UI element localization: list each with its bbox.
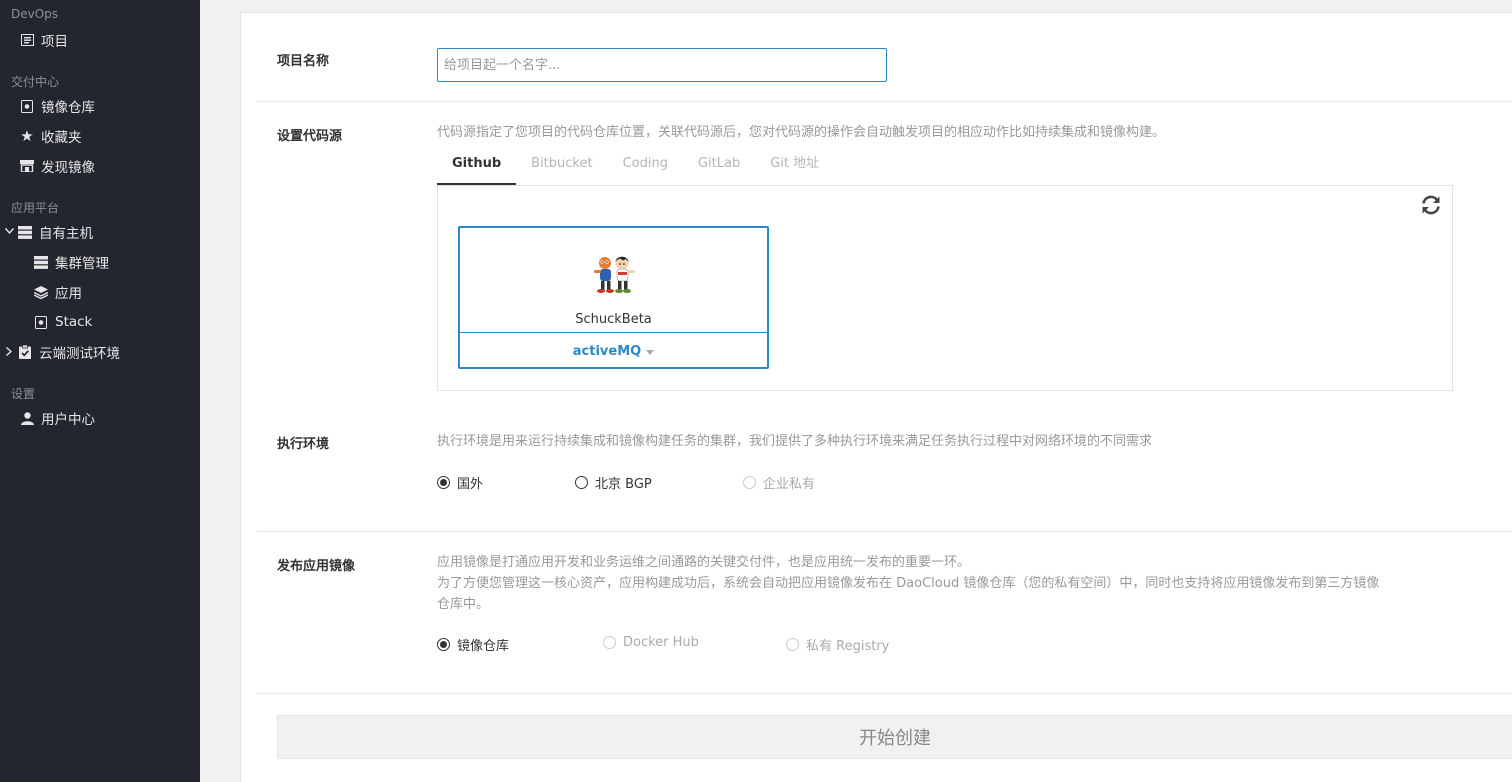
repo-panel: SchuckBeta activeMQ: [437, 185, 1453, 391]
tab-github[interactable]: Github: [437, 153, 517, 185]
chevron-right-icon[interactable]: [4, 344, 14, 358]
sidebar-section-devops: DevOps: [11, 7, 59, 21]
chevron-down-icon[interactable]: [4, 224, 14, 238]
radio-checked-icon: [437, 638, 450, 651]
sidebar-item-registry[interactable]: 镜像仓库: [20, 96, 95, 116]
server-icon: [18, 225, 32, 239]
refresh-icon[interactable]: [1420, 194, 1442, 216]
repo-select-dropdown[interactable]: activeMQ: [460, 332, 767, 369]
sidebar-item-apps[interactable]: 应用: [34, 282, 82, 302]
store-icon: [20, 159, 34, 173]
tab-coding[interactable]: Coding: [608, 153, 683, 185]
radio-label: 北京 BGP: [595, 477, 652, 492]
org-name: SchuckBeta: [575, 312, 652, 327]
layers-icon: [34, 285, 48, 299]
sidebar-item-label: 云端测试环境: [39, 346, 120, 362]
org-card[interactable]: SchuckBeta activeMQ: [458, 226, 769, 369]
sidebar-item-label: 自有主机: [39, 226, 93, 242]
tab-bitbucket[interactable]: Bitbucket: [516, 153, 607, 185]
sidebar-section-settings: 设置: [11, 387, 36, 401]
divider: [257, 101, 1512, 102]
clipboard-check-icon: [18, 345, 32, 359]
radio-disabled-icon: [603, 636, 616, 649]
repo-selected: activeMQ: [572, 343, 642, 359]
radio-label: 企业私有: [763, 477, 816, 492]
sidebar-item-own-hosts[interactable]: 自有主机: [18, 222, 93, 242]
stack-icon: [34, 315, 48, 329]
sidebar-section-delivery: 交付中心: [11, 75, 60, 89]
exec-env-description: 执行环境是用来运行持续集成和镜像构建任务的集群，我们提供了多种执行环境来满足任务…: [437, 434, 1153, 449]
radio-disabled-icon: [786, 638, 799, 651]
exec-env-option-beijing[interactable]: 北京 BGP: [575, 473, 652, 492]
publish-description-2: 为了方便您管理这一核心资产，应用构建成功后，系统会自动把应用镜像发布在 DaoC…: [437, 576, 1380, 591]
radio-checked-icon: [437, 476, 450, 489]
sidebar-item-cloud-test[interactable]: 云端测试环境: [18, 342, 120, 362]
list-icon: [20, 33, 34, 47]
publish-option-private-registry: 私有 Registry: [786, 635, 889, 654]
exec-env-label: 执行环境: [277, 437, 330, 452]
sidebar-item-favorites[interactable]: ★ 收藏夹: [20, 126, 82, 146]
sidebar-item-label: 镜像仓库: [41, 100, 95, 116]
radio-label: 镜像仓库: [457, 639, 510, 654]
publish-option-dockerhub: Docker Hub: [603, 635, 699, 650]
exec-env-option-overseas[interactable]: 国外: [437, 473, 483, 492]
radio-label: 私有 Registry: [806, 639, 890, 654]
exec-env-option-private: 企业私有: [743, 473, 815, 492]
org-avatar: [588, 254, 640, 294]
code-source-tabs: Github Bitbucket Coding GitLab Git 地址: [437, 153, 834, 185]
publish-description-1: 应用镜像是打通应用开发和业务运维之间通路的关键交付件，也是应用统一发布的重要一环…: [437, 555, 971, 570]
radio-unchecked-icon: [575, 476, 588, 489]
sidebar-item-cluster[interactable]: 集群管理: [34, 252, 109, 272]
radio-label: 国外: [457, 477, 484, 492]
registry-icon: [20, 99, 34, 113]
publish-label: 发布应用镜像: [277, 559, 356, 574]
sidebar-item-label: 应用: [55, 286, 82, 302]
divider: [257, 531, 1512, 532]
sidebar-item-stack[interactable]: Stack: [34, 312, 92, 332]
user-icon: [20, 411, 34, 425]
sidebar: DevOps 项目 交付中心 镜像仓库 ★ 收藏夹 发现镜像 应用平台 自有主机: [0, 0, 200, 782]
project-name-label: 项目名称: [277, 54, 330, 69]
sidebar-item-project[interactable]: 项目: [20, 30, 68, 50]
sidebar-item-discover[interactable]: 发现镜像: [20, 156, 95, 176]
code-source-label: 设置代码源: [277, 129, 343, 144]
star-icon: ★: [20, 127, 34, 145]
sidebar-item-label: 发现镜像: [41, 160, 95, 176]
start-create-button[interactable]: 开始创建: [277, 715, 1512, 759]
sidebar-item-label: Stack: [55, 314, 93, 330]
divider: [257, 693, 1512, 694]
server-icon: [34, 255, 48, 269]
sidebar-item-label: 项目: [41, 34, 68, 50]
radio-disabled-icon: [743, 476, 756, 489]
sidebar-item-label: 集群管理: [55, 256, 109, 272]
code-source-description: 代码源指定了您项目的代码仓库位置，关联代码源后，您对代码源的操作会自动触发项目的…: [437, 125, 1166, 140]
publish-description-3: 仓库中。: [437, 597, 490, 612]
create-project-form: 项目名称 设置代码源 代码源指定了您项目的代码仓库位置，关联代码源后，您对代码源…: [240, 12, 1512, 782]
project-name-input[interactable]: [437, 48, 887, 82]
publish-option-registry[interactable]: 镜像仓库: [437, 635, 509, 654]
sidebar-section-platform: 应用平台: [11, 201, 60, 215]
sidebar-item-label: 用户中心: [41, 412, 95, 428]
radio-label: Docker Hub: [623, 635, 699, 650]
sidebar-item-label: 收藏夹: [41, 130, 82, 146]
sidebar-item-user-center[interactable]: 用户中心: [20, 408, 95, 428]
tab-git-url[interactable]: Git 地址: [755, 153, 834, 185]
tab-gitlab[interactable]: GitLab: [683, 153, 755, 185]
caret-down-icon: [646, 349, 655, 355]
